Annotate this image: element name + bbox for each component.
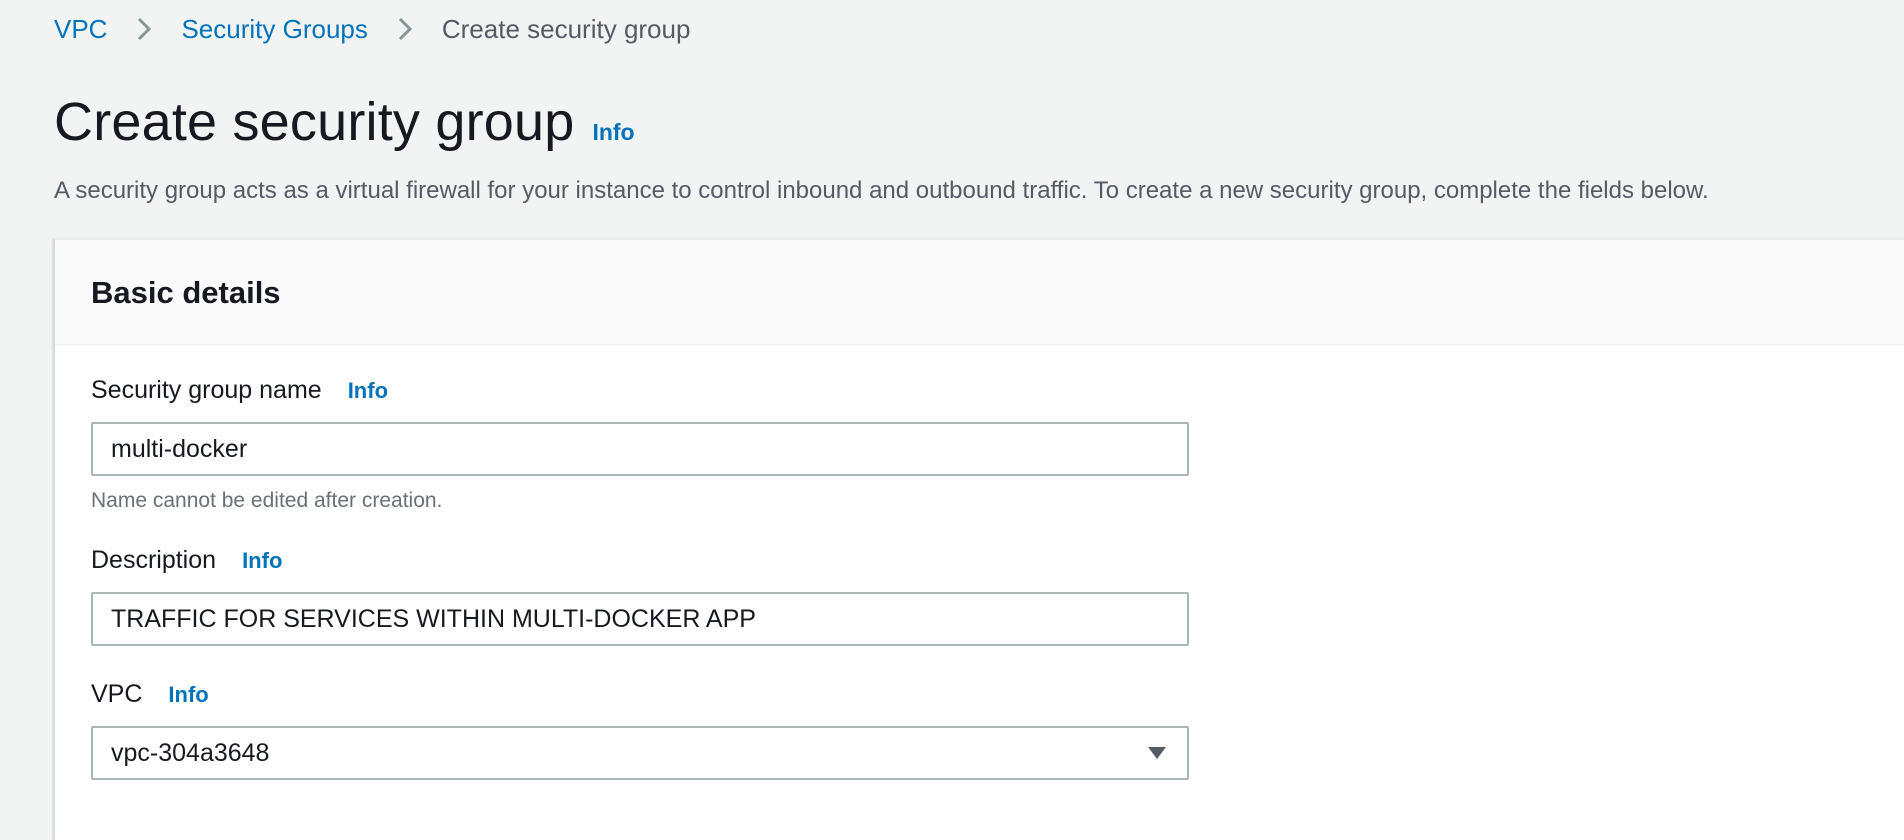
panel-header: Basic details [55,240,1904,345]
description-field: Description Info [91,542,1189,646]
caret-down-icon [1145,741,1169,765]
breadcrumb-current: Create security group [441,14,691,44]
breadcrumb: VPC Security Groups Create security grou… [54,10,690,48]
description-label-row: Description Info [91,542,1189,578]
vpc-label: VPC [91,680,143,708]
breadcrumb-vpc-link[interactable]: VPC [54,10,107,48]
page-title: Create security group [54,92,575,152]
breadcrumb-security-groups-link[interactable]: Security Groups [181,10,367,48]
vpc-label-row: VPC Info [91,676,1189,712]
vpc-field: VPC Info vpc-304a3648 [91,676,1189,780]
security-group-name-input[interactable] [91,422,1189,476]
description-info-link[interactable]: Info [242,548,282,574]
panel-title: Basic details [91,275,281,310]
vpc-select[interactable]: vpc-304a3648 [91,726,1189,780]
vpc-select-value: vpc-304a3648 [111,738,270,767]
description-label: Description [91,546,217,574]
security-group-name-field: Security group name Info Name cannot be … [91,372,1189,516]
security-group-name-label-row: Security group name Info [91,372,1189,408]
chevron-right-icon [386,10,424,48]
vpc-info-link[interactable]: Info [168,682,208,708]
page-description: A security group acts as a virtual firew… [54,177,1709,204]
page-info-link[interactable]: Info [592,119,634,146]
security-group-name-info-link[interactable]: Info [348,378,388,404]
description-input[interactable] [91,592,1189,646]
security-group-name-constraint: Name cannot be edited after creation. [91,489,443,512]
page-header: Create security group Info [54,88,635,156]
chevron-right-icon [125,10,163,48]
security-group-name-label: Security group name [91,376,322,404]
basic-details-panel: Basic details Security group name Info N… [53,238,1904,840]
